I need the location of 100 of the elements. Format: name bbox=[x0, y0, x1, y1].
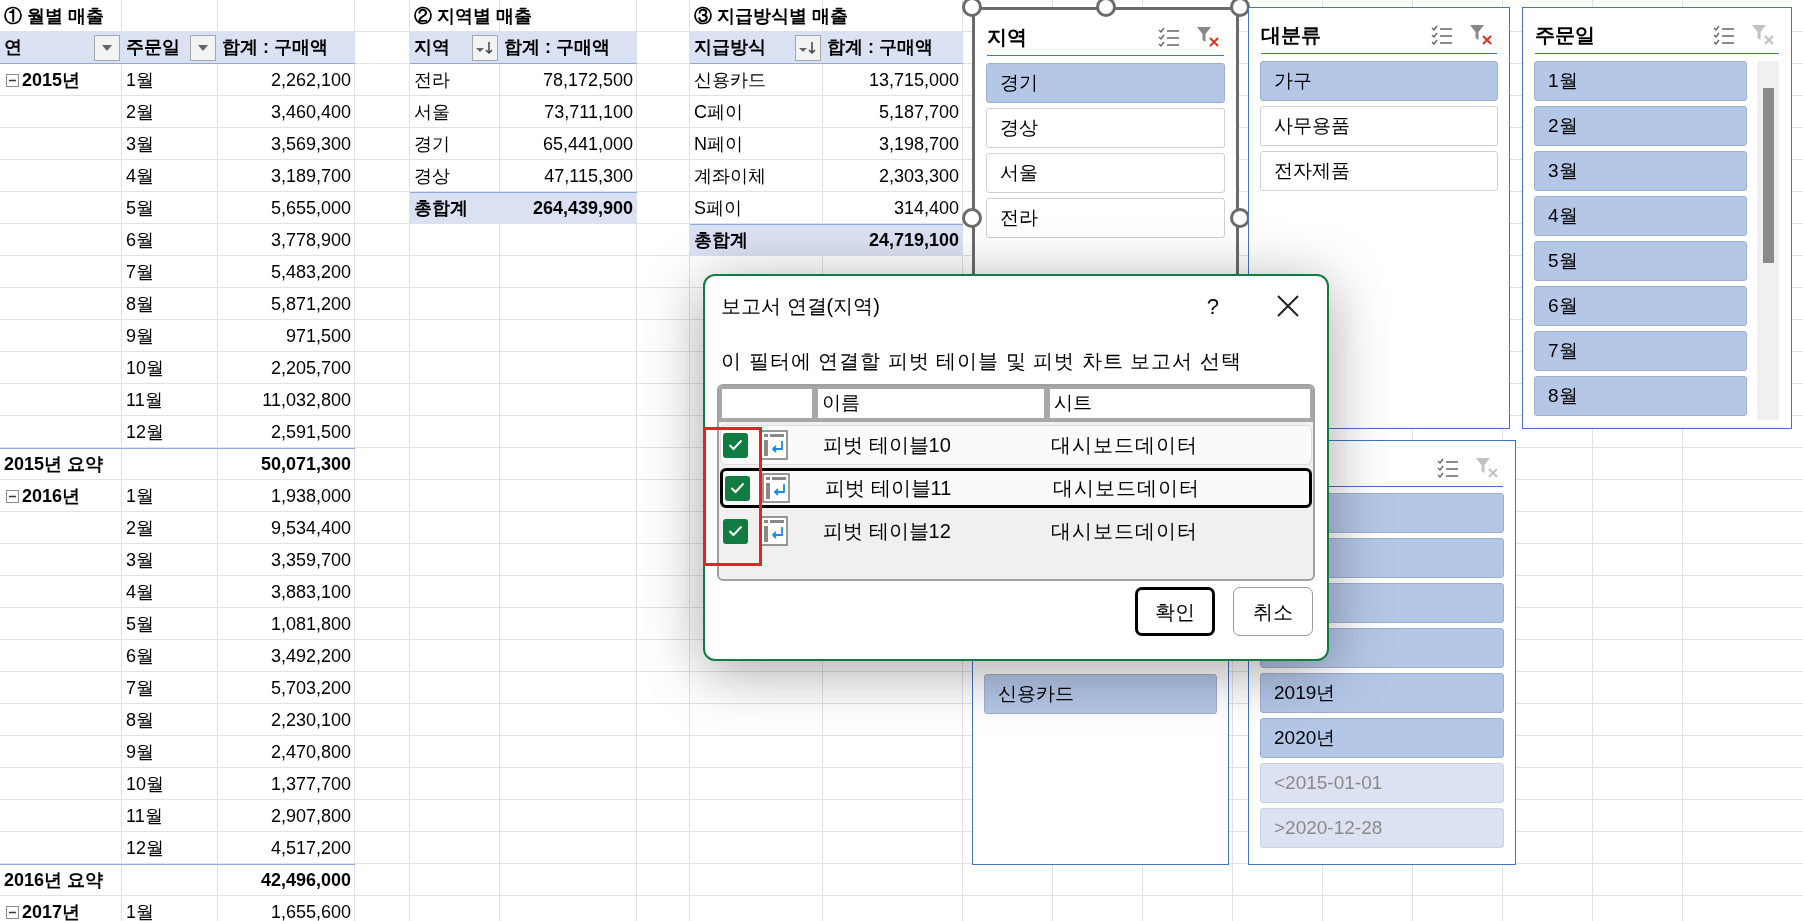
table-cell-text: 2,205,700 bbox=[269, 356, 352, 380]
table-cell-text: 11,032,800 bbox=[261, 388, 352, 412]
table-cell-text: 3,189,700 bbox=[269, 164, 352, 188]
slicer-item[interactable]: 8월 bbox=[1534, 376, 1747, 416]
multi-select-icon[interactable] bbox=[1431, 24, 1453, 45]
table-cell-text: 73,711,100 bbox=[543, 100, 634, 124]
multi-select-icon[interactable] bbox=[1437, 457, 1459, 478]
slicer-item[interactable]: 사무용품 bbox=[1260, 106, 1498, 146]
table-cell-text: 7월 bbox=[125, 260, 155, 284]
slicer-title: 지역 bbox=[987, 24, 1027, 50]
subtotal-value: 50,071,300 bbox=[218, 448, 355, 480]
table-cell-text: 5,655,000 bbox=[269, 196, 352, 220]
column-header-label: 합계 : 구매액 bbox=[504, 36, 610, 59]
clear-filter-icon[interactable] bbox=[1469, 23, 1493, 46]
table-cell-text: 2월 bbox=[125, 516, 155, 540]
slicer-item[interactable]: 2019년 bbox=[1260, 673, 1504, 713]
close-icon bbox=[1277, 295, 1299, 317]
table-title: ① 월별 매출 bbox=[3, 4, 105, 28]
help-button[interactable]: ? bbox=[1202, 289, 1223, 323]
collapse-icon[interactable] bbox=[6, 73, 19, 87]
dropdown-icon bbox=[198, 44, 208, 51]
table-cell-text: 78,172,500 bbox=[541, 68, 634, 92]
slicer-item[interactable]: 가구 bbox=[1260, 61, 1498, 101]
multi-select-icon[interactable] bbox=[1158, 26, 1180, 47]
table-cell-text: 3,460,400 bbox=[269, 100, 352, 124]
list-row[interactable]: 피벗 테이블10 대시보드데이터 bbox=[720, 425, 1312, 465]
check-icon bbox=[730, 482, 745, 494]
table-cell-text: N페이 bbox=[693, 132, 744, 156]
slicer-item[interactable]: 신용카드 bbox=[984, 674, 1217, 714]
row-label: 2016년 bbox=[22, 484, 81, 508]
slicer-item[interactable]: 3월 bbox=[1534, 151, 1747, 191]
table-cell-text: 4월 bbox=[125, 580, 155, 604]
grand-total-label: 총합계 bbox=[690, 224, 823, 256]
slicer-item[interactable]: 경상 bbox=[986, 108, 1225, 148]
slicer-item[interactable]: 2020년 bbox=[1260, 718, 1504, 758]
pivot-table-icon bbox=[760, 516, 788, 546]
subtotal-value: 42,496,000 bbox=[218, 864, 355, 896]
column-header[interactable]: 이름 bbox=[818, 389, 1044, 418]
collapse-icon[interactable] bbox=[6, 489, 19, 503]
pivot-table-icon bbox=[762, 473, 790, 503]
subtotal-label: 2016년 요약 bbox=[0, 864, 218, 896]
row-label: 2015년 bbox=[22, 68, 81, 92]
filter-button[interactable] bbox=[94, 34, 120, 61]
slicer-item[interactable]: 2월 bbox=[1534, 106, 1747, 146]
table-cell-text: 3월 bbox=[125, 132, 155, 156]
dialog-title: 보고서 연결(지역) bbox=[721, 294, 880, 319]
table-cell-text: 11월 bbox=[125, 388, 164, 412]
table-cell-text: 3,492,200 bbox=[269, 644, 352, 668]
resize-handle[interactable] bbox=[962, 0, 982, 17]
slicer-item[interactable]: 경기 bbox=[986, 63, 1225, 103]
table-cell-text: 11월 bbox=[125, 804, 164, 828]
check-icon bbox=[728, 439, 743, 451]
table-cell-text: 8월 bbox=[125, 292, 155, 316]
multi-select-icon[interactable] bbox=[1713, 24, 1735, 45]
table-title: ② 지역별 매출 bbox=[413, 4, 533, 28]
scrollbar-thumb[interactable] bbox=[1762, 88, 1774, 263]
table-cell-text: 9,534,400 bbox=[269, 516, 352, 540]
sort-filter-button[interactable] bbox=[795, 34, 821, 61]
slicer-item[interactable]: 4월 bbox=[1534, 196, 1747, 236]
sort-dropdown-icon bbox=[798, 40, 818, 55]
table-cell-text: C페이 bbox=[693, 100, 744, 124]
clear-filter-icon[interactable] bbox=[1196, 25, 1220, 48]
table-name: 피벗 테이블12 bbox=[822, 519, 952, 544]
list-row[interactable]: 피벗 테이블11 대시보드데이터 bbox=[720, 468, 1312, 508]
column-header[interactable]: 시트 bbox=[1050, 389, 1310, 418]
sort-dropdown-icon bbox=[475, 40, 495, 55]
slicer-item[interactable]: 1월 bbox=[1534, 61, 1747, 101]
slicer-item[interactable]: 전라 bbox=[986, 198, 1225, 238]
sheet-name: 대시보드데이터 bbox=[1052, 476, 1201, 501]
subtotal-label: 2015년 요약 bbox=[0, 448, 218, 480]
pivot-table-icon bbox=[760, 430, 788, 460]
filter-button[interactable] bbox=[190, 34, 216, 61]
table-name: 피벗 테이블11 bbox=[824, 476, 953, 501]
slicer-item[interactable]: 5월 bbox=[1534, 241, 1747, 281]
table-cell-text: 경상 bbox=[413, 164, 451, 188]
checkbox[interactable] bbox=[723, 518, 748, 544]
table-cell-text: 47,115,300 bbox=[543, 164, 634, 188]
collapse-icon[interactable] bbox=[6, 905, 19, 919]
column-header-label: 주문일 bbox=[126, 36, 180, 59]
checkbox[interactable] bbox=[723, 432, 748, 458]
table-cell-text: 5월 bbox=[125, 196, 155, 220]
grand-total-value: 24,719,100 bbox=[823, 224, 963, 256]
slicer-item[interactable]: 7월 bbox=[1534, 331, 1747, 371]
scrollbar-track[interactable] bbox=[1757, 61, 1779, 420]
table-cell-text: 5,483,200 bbox=[269, 260, 352, 284]
sort-filter-button[interactable] bbox=[472, 34, 498, 61]
dialog-button[interactable]: 취소 bbox=[1233, 587, 1313, 636]
table-cell-text: 13,715,000 bbox=[867, 68, 960, 92]
table-cell-text: 10월 bbox=[125, 772, 166, 796]
list-row[interactable]: 피벗 테이블12 대시보드데이터 bbox=[720, 511, 1312, 551]
grand-total-value: 264,439,900 bbox=[500, 192, 637, 224]
table-cell-text: 6월 bbox=[125, 644, 155, 668]
slicer-item[interactable]: 6월 bbox=[1534, 286, 1747, 326]
slicer-item[interactable]: 전자제품 bbox=[1260, 151, 1498, 191]
table-cell-text: 2,262,100 bbox=[269, 68, 352, 92]
slicer-item[interactable]: 서울 bbox=[986, 153, 1225, 193]
table-cell-text: 3월 bbox=[125, 548, 155, 572]
table-cell-text: 12월 bbox=[125, 420, 166, 444]
checkbox[interactable] bbox=[725, 475, 750, 501]
dialog-button[interactable]: 확인 bbox=[1135, 587, 1215, 636]
